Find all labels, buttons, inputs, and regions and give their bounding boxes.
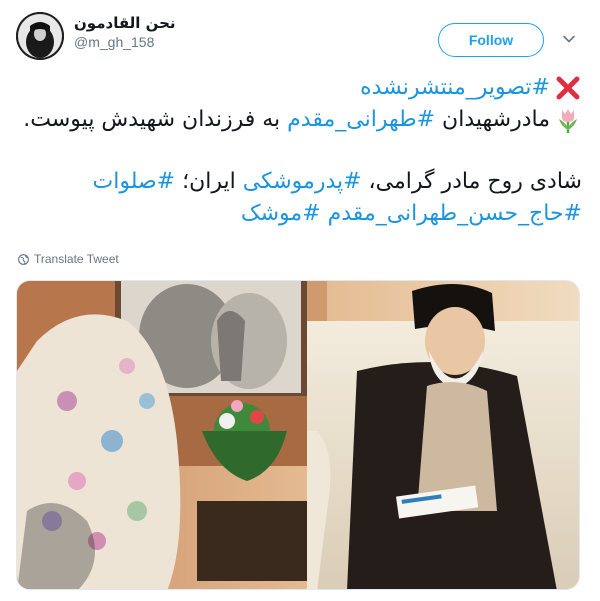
photo-image xyxy=(17,281,579,589)
tweet-text-segment xyxy=(321,201,328,226)
user-handle[interactable]: @m_gh_158 xyxy=(74,34,176,50)
display-name[interactable]: نحن القادمون xyxy=(74,14,176,32)
hashtag-link[interactable]: #حاج_حسن_طهرانی_مقدم xyxy=(328,201,582,226)
tweet-photo[interactable] xyxy=(16,280,580,590)
globe-icon xyxy=(18,253,29,265)
tulip-icon xyxy=(559,109,577,133)
tweet-line-1: #تصویر_منتشرنشده xyxy=(18,72,582,104)
tweet-text-segment: مادرشهیدان xyxy=(435,107,550,132)
avatar[interactable] xyxy=(16,12,64,60)
translate-label[interactable]: Translate Tweet xyxy=(34,252,119,266)
hashtag-link[interactable]: #تصویر_منتشرنشده xyxy=(360,75,550,100)
hashtag-link[interactable]: #پدرموشکی xyxy=(243,169,362,194)
hashtag-link[interactable]: #صلوات xyxy=(93,169,176,194)
translate-tweet-link[interactable]: Translate Tweet xyxy=(18,252,119,266)
tweet-line-2: مادرشهیدان #طهرانی_مقدم به فرزندان شهیدش… xyxy=(18,104,582,136)
follow-button[interactable]: Follow xyxy=(438,23,544,57)
chevron-down-icon[interactable] xyxy=(562,32,576,46)
tweet-text-segment: به فرزندان شهیدش پیوست. xyxy=(23,107,288,132)
tweet-text: #تصویر_منتشرنشده مادرشهیدان #طهرانی_مقدم… xyxy=(18,72,582,230)
user-name-block[interactable]: نحن القادمون @m_gh_158 xyxy=(74,14,176,50)
tweet-line-4: #حاج_حسن_طهرانی_مقدم #موشک xyxy=(18,198,582,230)
cross-mark-icon xyxy=(556,76,580,100)
line-spacer xyxy=(18,136,582,166)
hashtag-link[interactable]: #طهرانی_مقدم xyxy=(287,107,435,132)
tweet-line-3: شادی روح مادر گرامی، #پدرموشکی ایران؛ #ص… xyxy=(18,166,582,198)
tweet-text-segment: ایران؛ xyxy=(175,169,243,194)
tweet-text-segment: شادی روح مادر گرامی، xyxy=(361,169,582,194)
hashtag-link[interactable]: #موشک xyxy=(241,201,321,226)
tweet-card: نحن القادمون @m_gh_158 Follow #تصویر_منت… xyxy=(0,0,600,601)
